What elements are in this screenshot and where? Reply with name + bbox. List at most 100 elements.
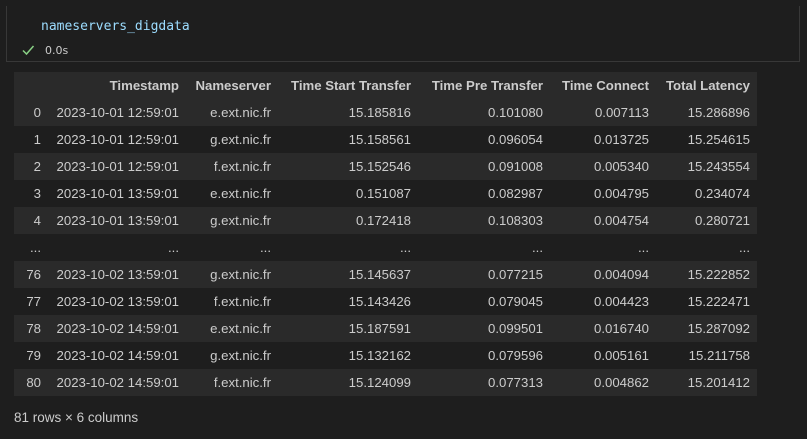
cell-total-latency: 15.287092 [656, 315, 757, 342]
cell-total-latency: 0.280721 [656, 207, 757, 234]
cell-nameserver: e.ext.nic.fr [186, 180, 278, 207]
cell-nameserver: g.ext.nic.fr [186, 207, 278, 234]
cell-time-start-transfer: 15.152546 [278, 153, 418, 180]
cell-time-start-transfer: 15.158561 [278, 126, 418, 153]
cell-index: 1 [14, 126, 48, 153]
column-header-time-start-transfer: Time Start Transfer [278, 72, 418, 99]
code-text[interactable]: nameservers_digdata [41, 19, 190, 34]
cell-time-pre-transfer: 0.091008 [418, 153, 550, 180]
cell-time-start-transfer: 15.132162 [278, 342, 418, 369]
column-header-timestamp: Timestamp [48, 72, 186, 99]
cell-total-latency: 0.234074 [656, 180, 757, 207]
cell-total-latency: 15.243554 [656, 153, 757, 180]
cell-nameserver: g.ext.nic.fr [186, 342, 278, 369]
cell-time-pre-transfer: 0.077313 [418, 369, 550, 396]
cell-nameserver: g.ext.nic.fr [186, 126, 278, 153]
cell-index: 78 [14, 315, 48, 342]
table-row: 79 2023-10-02 14:59:01 g.ext.nic.fr 15.1321… [14, 342, 757, 369]
table-row: 80 2023-10-02 14:59:01 f.ext.nic.fr 15.1240… [14, 369, 757, 396]
table-row: 2 2023-10-01 12:59:01 f.ext.nic.fr 15.15254… [14, 153, 757, 180]
cell-total-latency: 15.222852 [656, 261, 757, 288]
column-header-nameserver: Nameserver [186, 72, 278, 99]
cell-nameserver: ... [186, 234, 278, 261]
cell-time-start-transfer: 0.172418 [278, 207, 418, 234]
cell-timestamp: 2023-10-02 14:59:01 [48, 315, 186, 342]
cell-index: 76 [14, 261, 48, 288]
cell-index: 0 [14, 99, 48, 126]
cell-timestamp: 2023-10-01 12:59:01 [48, 99, 186, 126]
cell-time-start-transfer: 15.124099 [278, 369, 418, 396]
cell-index: 2 [14, 153, 48, 180]
cell-nameserver: f.ext.nic.fr [186, 153, 278, 180]
cell-time-connect: 0.007113 [550, 99, 656, 126]
cell-index: ... [14, 234, 48, 261]
cell-nameserver: e.ext.nic.fr [186, 99, 278, 126]
cell-time-start-transfer: 15.187591 [278, 315, 418, 342]
cell-time-connect: 0.016740 [550, 315, 656, 342]
cell-index: 79 [14, 342, 48, 369]
cell-time-pre-transfer: 0.082987 [418, 180, 550, 207]
execution-status: 0.0s [21, 43, 68, 57]
cell-time-connect: 0.004862 [550, 369, 656, 396]
table-row: 76 2023-10-02 13:59:01 g.ext.nic.fr 15.1456… [14, 261, 757, 288]
cell-nameserver: g.ext.nic.fr [186, 261, 278, 288]
cell-index: 77 [14, 288, 48, 315]
cell-nameserver: f.ext.nic.fr [186, 288, 278, 315]
cell-time-pre-transfer: 0.108303 [418, 207, 550, 234]
table-shape-info: 81 rows × 6 columns [14, 410, 139, 425]
cell-total-latency: 15.254615 [656, 126, 757, 153]
cell-time-pre-transfer: 0.101080 [418, 99, 550, 126]
table-row: 77 2023-10-02 13:59:01 f.ext.nic.fr 15.1434… [14, 288, 757, 315]
cell-time-connect: 0.004094 [550, 261, 656, 288]
cell-index: 4 [14, 207, 48, 234]
execution-time: 0.0s [45, 43, 69, 57]
cell-timestamp: 2023-10-01 13:59:01 [48, 180, 186, 207]
cell-time-pre-transfer: 0.079596 [418, 342, 550, 369]
cell-timestamp: ... [48, 234, 186, 261]
cell-time-start-transfer: 15.185816 [278, 99, 418, 126]
table-row: 4 2023-10-01 13:59:01 g.ext.nic.fr 0.172418… [14, 207, 757, 234]
cell-total-latency: 15.201412 [656, 369, 757, 396]
column-header-time-connect: Time Connect [550, 72, 656, 99]
cell-time-connect: 0.004795 [550, 180, 656, 207]
cell-time-connect: 0.013725 [550, 126, 656, 153]
cell-time-connect: 0.005340 [550, 153, 656, 180]
cell-time-connect: 0.005161 [550, 342, 656, 369]
cell-timestamp: 2023-10-02 13:59:01 [48, 288, 186, 315]
cell-timestamp: 2023-10-01 12:59:01 [48, 126, 186, 153]
cell-time-start-transfer: ... [278, 234, 418, 261]
cell-time-pre-transfer: 0.077215 [418, 261, 550, 288]
cell-time-connect: 0.004423 [550, 288, 656, 315]
cell-time-pre-transfer: 0.099501 [418, 315, 550, 342]
code-cell[interactable]: nameservers_digdata 0.0s [6, 6, 800, 62]
cell-nameserver: e.ext.nic.fr [186, 315, 278, 342]
cell-time-start-transfer: 0.151087 [278, 180, 418, 207]
cell-total-latency: 15.286896 [656, 99, 757, 126]
cell-time-pre-transfer: ... [418, 234, 550, 261]
cell-timestamp: 2023-10-01 12:59:01 [48, 153, 186, 180]
table-row: 78 2023-10-02 14:59:01 e.ext.nic.fr 15.1875… [14, 315, 757, 342]
cell-time-pre-transfer: 0.096054 [418, 126, 550, 153]
table-row: 0 2023-10-01 12:59:01 e.ext.nic.fr 15.18581… [14, 99, 757, 126]
table-row: ..................... [14, 234, 757, 261]
cell-nameserver: f.ext.nic.fr [186, 369, 278, 396]
column-header-time-pre-transfer: Time Pre Transfer [418, 72, 550, 99]
cell-time-connect: 0.004754 [550, 207, 656, 234]
cell-time-start-transfer: 15.143426 [278, 288, 418, 315]
cell-timestamp: 2023-10-02 13:59:01 [48, 261, 186, 288]
cell-time-pre-transfer: 0.079045 [418, 288, 550, 315]
cell-total-latency: 15.222471 [656, 288, 757, 315]
cell-index: 80 [14, 369, 48, 396]
check-icon [22, 45, 35, 56]
dataframe-table: Timestamp Nameserver Time Start Transfer… [14, 72, 757, 396]
table-row: 3 2023-10-01 13:59:01 e.ext.nic.fr 0.151087… [14, 180, 757, 207]
cell-total-latency: 15.211758 [656, 342, 757, 369]
notebook-output: nameservers_digdata 0.0s Timestamp Names… [0, 0, 807, 439]
table-header-row: Timestamp Nameserver Time Start Transfer… [14, 72, 757, 99]
column-header-index [14, 72, 48, 99]
cell-time-connect: ... [550, 234, 656, 261]
cell-timestamp: 2023-10-02 14:59:01 [48, 342, 186, 369]
column-header-total-latency: Total Latency [656, 72, 757, 99]
cell-timestamp: 2023-10-01 13:59:01 [48, 207, 186, 234]
cell-total-latency: ... [656, 234, 757, 261]
